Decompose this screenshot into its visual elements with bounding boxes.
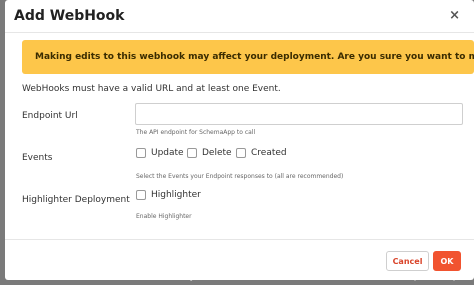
endpoint-help-text: The API endpoint for SchemaApp to call xyxy=(136,129,256,136)
close-icon[interactable]: × xyxy=(449,8,460,23)
events-label: Events xyxy=(22,153,53,163)
add-webhook-modal: Add WebHook × Making edits to this webho… xyxy=(5,0,474,280)
update-checkbox[interactable] xyxy=(136,148,146,158)
alert-text: Making edits to this webhook may affect … xyxy=(35,52,474,62)
highlighter-deployment-label: Highlighter Deployment xyxy=(22,195,130,205)
endpoint-url-input[interactable] xyxy=(135,103,463,125)
event-update-option[interactable]: Update xyxy=(136,148,184,158)
highlighter-checkbox[interactable] xyxy=(136,190,146,200)
modal-footer: Cancel OK xyxy=(5,239,474,280)
cancel-button[interactable]: Cancel xyxy=(386,251,429,271)
update-label: Update xyxy=(151,148,184,158)
ok-button[interactable]: OK xyxy=(433,251,461,271)
event-delete-option[interactable]: Delete xyxy=(187,148,232,158)
modal-title: Add WebHook xyxy=(14,8,125,24)
highlighter-help-text: Enable Highlighter xyxy=(136,213,192,220)
intro-text: WebHooks must have a valid URL and at le… xyxy=(22,84,281,94)
highlighter-option[interactable]: Highlighter xyxy=(136,190,201,200)
highlighter-option-label: Highlighter xyxy=(151,190,201,200)
endpoint-url-label: Endpoint Url xyxy=(22,111,78,121)
events-help-text: Select the Events your Endpoint response… xyxy=(136,173,344,180)
created-label: Created xyxy=(251,148,287,158)
delete-checkbox[interactable] xyxy=(187,148,197,158)
delete-label: Delete xyxy=(202,148,232,158)
event-created-option[interactable]: Created xyxy=(236,148,287,158)
warning-alert: Making edits to this webhook may affect … xyxy=(22,40,474,74)
modal-header: Add WebHook × xyxy=(5,0,474,33)
created-checkbox[interactable] xyxy=(236,148,246,158)
